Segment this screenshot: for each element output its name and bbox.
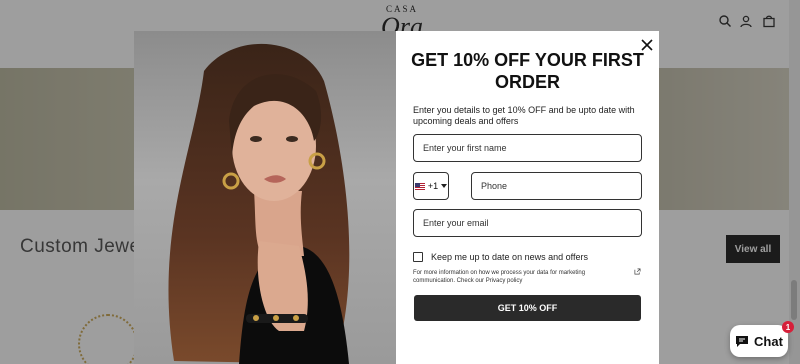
country-code-label: +1 <box>427 181 439 191</box>
chat-bubble-icon <box>736 335 749 347</box>
signup-form: GET 10% OFF YOUR FIRST ORDER Enter you d… <box>396 31 659 364</box>
consent-label[interactable]: Keep me up to date on news and offers <box>431 252 588 262</box>
chat-button[interactable]: Chat <box>730 325 788 357</box>
phone-field[interactable] <box>471 172 642 200</box>
email-field[interactable] <box>413 209 642 237</box>
get-discount-button[interactable]: GET 10% OFF <box>414 295 641 321</box>
promo-title: GET 10% OFF YOUR FIRST ORDER <box>411 50 644 92</box>
consent-row[interactable]: Keep me up to date on news and offers <box>413 252 588 262</box>
chat-notification-badge: 1 <box>782 321 794 333</box>
consent-checkbox[interactable] <box>413 252 423 262</box>
promo-modal: GET 10% OFF YOUR FIRST ORDER Enter you d… <box>134 31 659 364</box>
first-name-field[interactable] <box>413 134 642 162</box>
chat-label: Chat <box>754 333 783 349</box>
external-link-icon[interactable] <box>634 268 641 275</box>
model-photo-illustration <box>168 43 350 364</box>
us-flag-icon <box>414 182 425 190</box>
country-code-select[interactable]: +1 <box>413 172 449 200</box>
model-photo <box>134 31 396 364</box>
promo-description: Enter you details to get 10% OFF and be … <box>413 105 635 126</box>
chevron-down-icon <box>441 184 448 188</box>
privacy-note: For more information on how we process y… <box>413 270 586 284</box>
